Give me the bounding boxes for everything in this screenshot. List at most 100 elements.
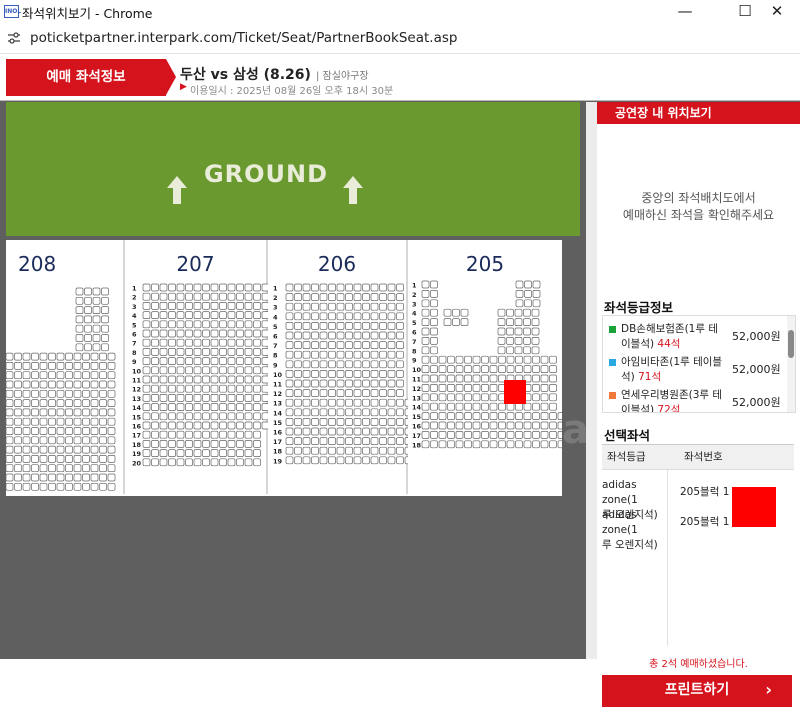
seat[interactable] [210,403,219,411]
seat[interactable] [319,322,328,330]
seat[interactable] [549,402,557,411]
seat[interactable] [48,380,56,389]
seat[interactable] [168,338,176,347]
seat[interactable] [151,430,159,439]
seat[interactable] [219,348,227,356]
seat[interactable] [185,338,193,347]
seat[interactable] [168,412,176,421]
seat[interactable] [396,427,404,436]
seat[interactable] [82,362,90,370]
seat[interactable] [489,393,498,402]
seat[interactable] [90,436,99,445]
seat[interactable] [101,334,109,342]
seat[interactable] [39,371,48,380]
seat[interactable] [193,421,202,430]
seat[interactable] [328,456,336,465]
seat[interactable] [370,418,379,426]
seat[interactable] [531,346,540,355]
seat[interactable] [464,431,472,439]
seat[interactable] [75,306,84,314]
seat[interactable] [253,440,261,448]
seat[interactable] [285,418,294,426]
seat[interactable] [142,302,151,310]
seat[interactable] [532,299,541,308]
seat[interactable] [101,287,109,296]
seat[interactable] [515,365,523,373]
seat[interactable] [506,421,515,430]
seat[interactable] [472,421,481,430]
seat[interactable] [379,293,387,301]
seat[interactable] [302,341,311,349]
seat[interactable] [319,283,328,292]
seat[interactable] [455,384,464,392]
seat[interactable] [311,293,319,301]
seat[interactable] [159,421,168,430]
seat[interactable] [438,421,447,430]
seat[interactable] [39,380,48,389]
seat[interactable] [532,402,540,411]
print-button[interactable]: 프린트하기 › [602,675,792,707]
seat[interactable] [82,417,90,426]
seat[interactable] [90,399,99,407]
seat[interactable] [370,379,379,388]
seat[interactable] [22,362,31,370]
seat[interactable] [362,360,370,369]
seat[interactable] [185,357,193,365]
seat[interactable] [498,440,506,449]
seat[interactable] [82,473,90,482]
seat[interactable] [101,306,109,314]
seat[interactable] [65,380,73,389]
seat[interactable] [379,302,387,311]
seat[interactable] [336,379,345,388]
seat[interactable] [523,421,532,430]
seat[interactable] [73,389,82,398]
seat[interactable] [6,436,14,445]
seat[interactable] [219,311,227,319]
seat[interactable] [31,436,39,445]
seat[interactable] [48,464,56,473]
seat[interactable] [370,350,379,359]
seat[interactable] [219,458,227,467]
seat[interactable] [84,343,92,352]
seat[interactable] [31,417,39,426]
seat[interactable] [227,458,236,467]
seat[interactable] [531,327,540,336]
seat[interactable] [362,331,370,340]
seat[interactable] [523,402,532,411]
seat[interactable] [311,446,319,455]
seat[interactable] [362,322,370,330]
seat[interactable] [159,375,168,384]
seat[interactable] [336,302,345,311]
seat[interactable] [285,370,294,378]
seat[interactable] [387,389,396,397]
seat[interactable] [345,370,353,378]
seat[interactable] [379,322,387,330]
seat[interactable] [236,283,244,292]
seat[interactable] [524,299,532,308]
seat[interactable] [185,375,193,384]
seat[interactable] [159,384,168,393]
seat[interactable] [302,408,311,417]
seat[interactable] [210,311,219,319]
seat[interactable] [56,399,65,407]
seat[interactable] [185,292,193,301]
seat[interactable] [345,302,353,311]
seat[interactable] [14,380,22,389]
seat[interactable] [540,365,549,373]
seat[interactable] [185,458,193,467]
seat[interactable] [430,412,438,420]
seat[interactable] [99,445,107,454]
seat[interactable] [168,357,176,365]
seat[interactable] [540,402,549,411]
seat[interactable] [92,315,101,324]
seat[interactable] [244,440,253,448]
seat[interactable] [22,389,31,398]
seat[interactable] [328,331,336,340]
seat[interactable] [302,302,311,311]
seat[interactable] [353,331,362,340]
seat[interactable] [236,394,244,402]
seat[interactable] [430,308,438,317]
seat[interactable] [253,384,261,393]
seat[interactable] [328,322,336,330]
seat[interactable] [294,350,302,359]
